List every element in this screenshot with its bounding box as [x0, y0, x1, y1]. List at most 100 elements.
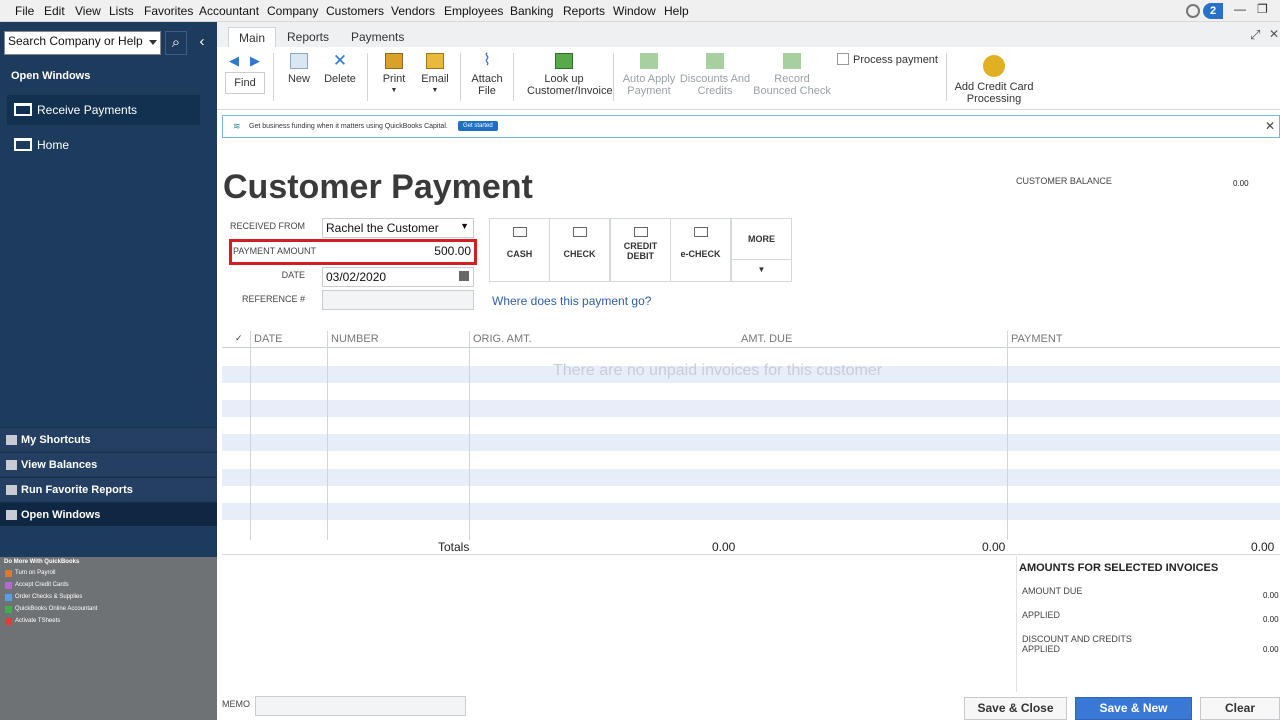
do-more-item[interactable]: Activate TSheets: [15, 618, 60, 624]
col-check[interactable]: ✓: [235, 333, 243, 344]
payment-method-credit-debit[interactable]: CREDIT DEBIT: [610, 218, 671, 282]
sidebar-resize-handle[interactable]: [0, 416, 217, 426]
notification-badge[interactable]: 2: [1203, 3, 1223, 19]
tab-reports[interactable]: Reports: [277, 27, 339, 47]
chevron-down-icon[interactable]: ▼: [460, 221, 469, 231]
col-date[interactable]: DATE: [254, 333, 283, 345]
method-label: CASH: [506, 249, 533, 259]
payment-amount-input[interactable]: 500.00: [322, 242, 474, 262]
reference-input[interactable]: [322, 290, 474, 310]
tab-main[interactable]: Main: [228, 27, 277, 47]
delete-label: Delete: [324, 73, 356, 85]
do-more-item[interactable]: QuickBooks Online Accountant: [15, 606, 97, 612]
customer-balance-label: CUSTOMER BALANCE: [1016, 176, 1112, 186]
menu-view[interactable]: View: [75, 4, 101, 18]
nav-run-favorite-reports[interactable]: Run Favorite Reports: [0, 477, 217, 501]
menu-vendors[interactable]: Vendors: [391, 4, 435, 18]
save-new-button[interactable]: Save & New: [1075, 697, 1192, 720]
where-does-payment-go-link[interactable]: Where does this payment go?: [492, 294, 651, 308]
chevron-down-icon[interactable]: ▼: [420, 85, 450, 97]
chevron-down-icon[interactable]: ▼: [732, 259, 791, 274]
tsheets-icon: [5, 618, 12, 625]
col-orig-amt[interactable]: ORIG. AMT.: [473, 333, 532, 345]
echeck-icon: [693, 227, 708, 237]
do-more-item[interactable]: Accept Credit Cards: [15, 582, 69, 588]
back-arrow-icon[interactable]: ◀: [229, 53, 239, 69]
collapse-sidebar-icon[interactable]: ‹: [191, 31, 213, 55]
open-window-home[interactable]: Home: [7, 130, 200, 160]
new-button[interactable]: New: [285, 53, 313, 85]
menu-edit[interactable]: Edit: [44, 4, 65, 18]
windows-icon: [6, 510, 17, 520]
discount-credits-label: DISCOUNT AND CREDITS APPLIED: [1022, 634, 1132, 654]
tab-payments[interactable]: Payments: [341, 27, 414, 47]
menu-help[interactable]: Help: [664, 4, 689, 18]
menu-employees[interactable]: Employees: [444, 4, 503, 18]
toolbar-divider: [946, 53, 947, 101]
do-more-item[interactable]: Order Checks & Supplies: [15, 594, 82, 600]
close-banner-icon[interactable]: ✕: [1265, 119, 1275, 133]
menu-window[interactable]: Window: [613, 4, 656, 18]
received-from-select[interactable]: Rachel the Customer ▼: [322, 218, 474, 238]
menu-lists[interactable]: Lists: [109, 4, 134, 18]
minimize-icon[interactable]: —: [1234, 2, 1246, 16]
nav-open-windows[interactable]: Open Windows: [0, 502, 217, 526]
search-icon[interactable]: ⌕: [165, 31, 187, 55]
do-more-item[interactable]: Turn on Payroll: [15, 570, 55, 576]
col-number[interactable]: NUMBER: [331, 333, 379, 345]
menu-file[interactable]: File: [15, 4, 34, 18]
date-input[interactable]: 03/02/2020: [322, 267, 474, 287]
totals-divider: [222, 554, 1280, 555]
auto-apply-payment-button[interactable]: Auto Apply Payment: [620, 53, 678, 97]
search-placeholder: Search Company or Help: [8, 34, 143, 48]
menu-company[interactable]: Company: [267, 4, 318, 18]
toolbar-divider: [613, 53, 614, 101]
restore-icon[interactable]: ❐: [1257, 2, 1268, 16]
add-credit-card-processing-button[interactable]: Add Credit Card Processing: [954, 55, 1034, 105]
payment-method-more[interactable]: MORE ▼: [731, 218, 792, 282]
menu-favorites[interactable]: Favorites: [144, 4, 193, 18]
search-company-input[interactable]: Search Company or Help: [4, 31, 161, 55]
calendar-icon[interactable]: [459, 271, 469, 281]
payment-method-cash[interactable]: CASH: [489, 218, 550, 282]
menu-accountant[interactable]: Accountant: [199, 4, 259, 18]
chevron-down-icon[interactable]: ▼: [380, 85, 408, 97]
expand-icon[interactable]: ⤢: [1250, 27, 1260, 43]
lookup-label: Look up Customer/Invoice: [527, 73, 613, 97]
nav-view-balances[interactable]: View Balances: [0, 452, 217, 476]
close-icon[interactable]: ✕: [1269, 27, 1279, 41]
clear-button[interactable]: Clear: [1200, 697, 1280, 720]
alarm-clock-icon[interactable]: [1186, 4, 1200, 18]
nav-my-shortcuts[interactable]: My Shortcuts: [0, 427, 217, 451]
auto-apply-label: Auto Apply Payment: [622, 73, 676, 97]
total-orig-amt: 0.00: [712, 540, 736, 554]
find-button[interactable]: Find: [225, 72, 265, 94]
email-label: Email: [421, 73, 449, 85]
table-row: [222, 434, 1280, 451]
print-button[interactable]: Print ▼: [380, 53, 408, 97]
col-amt-due[interactable]: AMT. DUE: [741, 333, 792, 345]
forward-arrow-icon[interactable]: ▶: [250, 53, 260, 69]
attach-file-button[interactable]: ⌇ Attach File: [469, 53, 505, 98]
applied-label: APPLIED: [1022, 610, 1061, 620]
memo-label: MEMO: [222, 699, 250, 709]
delete-button[interactable]: ✕ Delete: [322, 52, 358, 85]
col-payment[interactable]: PAYMENT: [1011, 333, 1063, 345]
record-bounced-check-button[interactable]: Record Bounced Check: [753, 53, 831, 97]
payment-method-echeck[interactable]: e-CHECK: [670, 218, 731, 282]
get-started-button[interactable]: Get started: [458, 121, 498, 131]
chevron-down-icon[interactable]: [149, 40, 157, 45]
process-payment-checkbox[interactable]: [837, 53, 849, 65]
email-button[interactable]: Email ▼: [420, 53, 450, 97]
memo-input[interactable]: [255, 696, 466, 716]
amount-due-label: AMOUNT DUE: [1022, 586, 1083, 596]
payment-method-check[interactable]: CHECK: [549, 218, 610, 282]
menu-reports[interactable]: Reports: [563, 4, 605, 18]
menu-banking[interactable]: Banking: [510, 4, 553, 18]
nav-label: Open Windows: [21, 509, 101, 521]
menu-customers[interactable]: Customers: [326, 4, 384, 18]
discounts-credits-button[interactable]: Discounts And Credits: [679, 53, 751, 97]
save-close-button[interactable]: Save & Close: [964, 697, 1067, 720]
open-window-receive-payments[interactable]: Receive Payments: [7, 95, 200, 125]
lookup-customer-invoice-button[interactable]: Look up Customer/Invoice: [519, 53, 613, 97]
